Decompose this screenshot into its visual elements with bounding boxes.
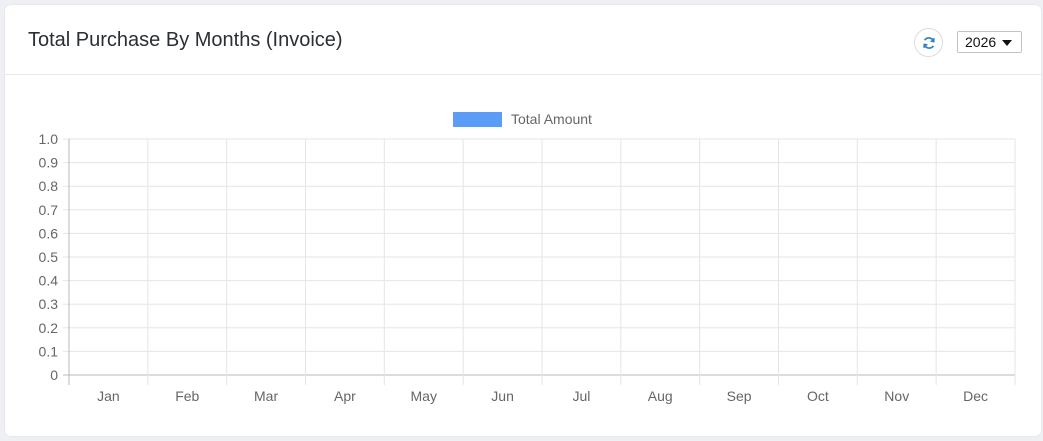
card-title: Total Purchase By Months (Invoice) xyxy=(28,29,343,51)
year-select[interactable]: 2026 xyxy=(957,31,1022,53)
refresh-icon xyxy=(922,36,935,49)
caret-down-icon xyxy=(1002,40,1012,46)
card-header: Total Purchase By Months (Invoice) 2026 xyxy=(5,5,1041,75)
purchase-chart-card: Total Purchase By Months (Invoice) 2026 xyxy=(5,5,1041,436)
legend-item-total-amount[interactable]: Total Amount xyxy=(453,111,592,127)
refresh-button[interactable] xyxy=(914,28,943,57)
year-select-value: 2026 xyxy=(965,34,997,50)
legend-swatch xyxy=(453,111,502,127)
legend-label: Total Amount xyxy=(511,111,592,127)
